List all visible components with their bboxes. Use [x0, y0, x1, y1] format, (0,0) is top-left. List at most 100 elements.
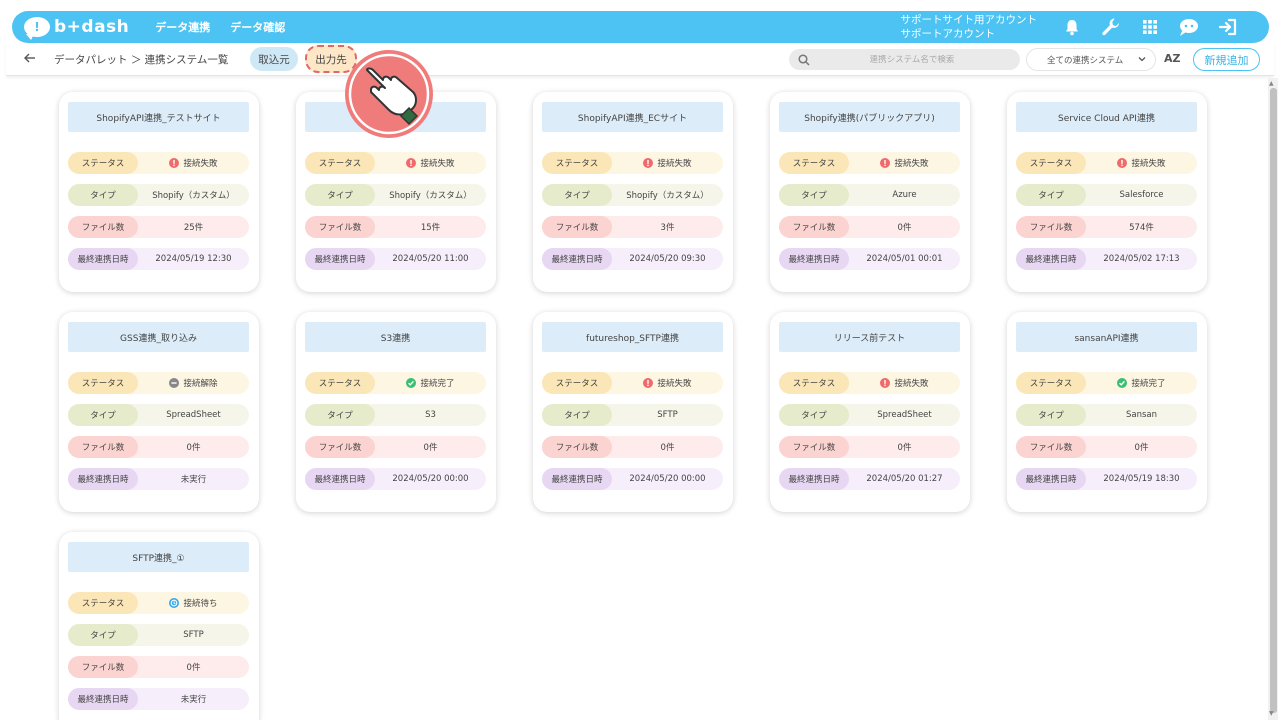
type-label: タイプ: [68, 624, 138, 646]
status-text: 接続失敗: [657, 379, 692, 389]
status-text: 接続失敗: [657, 159, 692, 169]
minus-icon: [169, 378, 180, 388]
nav-data-integration[interactable]: データ連携: [155, 19, 210, 35]
file-count-label: ファイル数: [305, 436, 375, 458]
error-icon: [880, 378, 891, 388]
status-label: ステータス: [68, 152, 138, 174]
last-sync-value: 未実行: [180, 695, 207, 705]
last-sync-value: 2024/05/20 01:27: [866, 474, 943, 484]
type-label: タイプ: [68, 404, 138, 426]
last-sync-row: 最終連携日時 2024/05/20 11:00: [305, 248, 486, 270]
tab-import-source[interactable]: 取込元: [250, 47, 298, 71]
sort-az-button[interactable]: AZ: [1164, 52, 1181, 65]
search-box: [789, 49, 1020, 70]
last-sync-value: 2024/05/19 18:30: [1103, 474, 1180, 484]
top-nav: データ連携 データ確認: [155, 19, 285, 35]
check-icon: [406, 378, 417, 388]
error-icon: [643, 378, 654, 388]
search-input[interactable]: [822, 54, 1002, 65]
file-count-label: ファイル数: [542, 216, 612, 238]
type-row: タイプ SpreadSheet: [779, 404, 960, 426]
scroll-up-icon[interactable]: ▲: [1269, 80, 1274, 87]
integration-card[interactable]: sansanAPI連携 ステータス 接続完了 タイプ Sansan ファイル数 0件 最終連携…: [1007, 312, 1207, 512]
last-sync-value: 2024/05/20 00:00: [392, 474, 469, 484]
integration-card[interactable]: S3連携 ステータス 接続完了 タイプ S3 ファイル数 0件 最終連携日時 2024/05/2…: [296, 312, 496, 512]
card-title: ShopifyAPI連携_テストサイト: [68, 102, 249, 132]
status-label: ステータス: [1016, 152, 1086, 174]
logout-icon[interactable]: [1217, 16, 1239, 38]
integration-card[interactable]: ShopifyAPI連携_テストサイト ステータス 接続失敗 タイプ Shopify（カ…: [59, 92, 259, 292]
integration-card[interactable]: ShopifyAPI連携_ECサイト ステータス 接続失敗 タイプ Shopify（カス…: [533, 92, 733, 292]
integration-card[interactable]: GSS連携_取り込み ステータス 接続解除 タイプ SpreadSheet ファイル数 0件…: [59, 312, 259, 512]
last-sync-row: 最終連携日時 2024/05/01 00:01: [779, 248, 960, 270]
status-text: 接続失敗: [894, 379, 929, 389]
file-count-value: 0件: [660, 443, 675, 453]
system-filter-select[interactable]: 全ての連携システム: [1027, 49, 1155, 70]
last-sync-label: 最終連携日時: [68, 468, 138, 490]
wrench-icon[interactable]: [1100, 16, 1122, 38]
last-sync-value: 2024/05/02 17:13: [1103, 254, 1180, 264]
type-row: タイプ S3: [305, 404, 486, 426]
file-count-value: 15件: [420, 223, 441, 233]
status-text: 接続失敗: [183, 159, 218, 169]
card-title: GSS連携_取り込み: [68, 322, 249, 352]
type-value: SpreadSheet: [166, 410, 221, 420]
account-user-name: サポートアカウント: [900, 28, 996, 40]
last-sync-label: 最終連携日時: [1016, 248, 1086, 270]
last-sync-row: 最終連携日時 未実行: [68, 688, 249, 710]
status-value: 接続完了: [1086, 377, 1197, 389]
last-sync-row: 最終連携日時 2024/05/20 00:00: [305, 468, 486, 490]
type-label: タイプ: [305, 184, 375, 206]
integration-card[interactable]: SFTP連携_① ステータス 接続待ち タイプ SFTP ファイル数 0件 最終連携日時 未実行: [59, 532, 259, 720]
type-label: タイプ: [779, 404, 849, 426]
last-sync-row: 最終連携日時 2024/05/19 18:30: [1016, 468, 1197, 490]
status-label: ステータス: [779, 372, 849, 394]
integration-card[interactable]: Service Cloud API連携 ステータス 接続失敗 タイプ Salesforc…: [1007, 92, 1207, 292]
logo[interactable]: ! b+dash: [24, 11, 129, 43]
status-text: 接続解除: [183, 379, 218, 389]
back-arrow-icon[interactable]: [24, 52, 44, 67]
file-count-value: 25件: [183, 223, 204, 233]
type-value: S3: [425, 410, 436, 420]
breadcrumb: データパレット ＞ 連携システム一覧: [54, 53, 229, 66]
top-header: ! b+dash データ連携 データ確認 サポートサイト用アカウント サポートア…: [12, 11, 1269, 43]
file-count-label: ファイル数: [1016, 436, 1086, 458]
integration-card[interactable]: futureshop_SFTP連携 ステータス 接続失敗 タイプ SFTP ファイル数 0件…: [533, 312, 733, 512]
add-new-button[interactable]: 新規追加: [1193, 48, 1260, 71]
file-count-label: ファイル数: [779, 216, 849, 238]
integration-card[interactable]: リリース前テスト ステータス 接続失敗 タイプ SpreadSheet ファイル数 0件 最終…: [770, 312, 970, 512]
file-count-value: 0件: [423, 443, 438, 453]
last-sync-label: 最終連携日時: [68, 688, 138, 710]
status-row: ステータス 接続待ち: [68, 592, 249, 614]
error-icon: [406, 158, 417, 168]
file-count-row: ファイル数 0件: [68, 656, 249, 678]
status-value: 接続完了: [375, 377, 486, 389]
status-text: 接続完了: [1131, 379, 1166, 389]
error-icon: [169, 158, 180, 168]
card-title: sansanAPI連携: [1016, 322, 1197, 352]
type-row: タイプ Shopify（カスタム）: [305, 184, 486, 206]
last-sync-value: 2024/05/20 00:00: [629, 474, 706, 484]
integration-card[interactable]: Shopify連携(パブリックアプリ) ステータス 接続失敗 タイプ Azure ファイル…: [770, 92, 970, 292]
scroll-down-icon[interactable]: ▼: [1269, 710, 1274, 717]
card-title: S3連携: [305, 322, 486, 352]
chat-bot-icon[interactable]: [1178, 16, 1200, 38]
type-row: タイプ Azure: [779, 184, 960, 206]
type-label: タイプ: [542, 404, 612, 426]
account-info[interactable]: サポートサイト用アカウント サポートアカウント: [901, 13, 1038, 41]
status-text: 接続待ち: [183, 599, 218, 609]
type-row: タイプ SFTP: [542, 404, 723, 426]
type-label: タイプ: [779, 184, 849, 206]
status-value: 接続失敗: [849, 377, 960, 389]
last-sync-row: 最終連携日時 2024/05/02 17:13: [1016, 248, 1197, 270]
logo-text: b+dash: [54, 17, 130, 37]
scrollbar-thumb[interactable]: [1270, 88, 1277, 713]
error-icon: [643, 158, 654, 168]
type-value: Azure: [892, 190, 917, 200]
nav-data-check[interactable]: データ確認: [230, 19, 285, 35]
status-label: ステータス: [779, 152, 849, 174]
type-label: タイプ: [542, 184, 612, 206]
grid-icon[interactable]: [1139, 16, 1161, 38]
bell-icon[interactable]: [1061, 16, 1083, 38]
last-sync-label: 最終連携日時: [779, 468, 849, 490]
